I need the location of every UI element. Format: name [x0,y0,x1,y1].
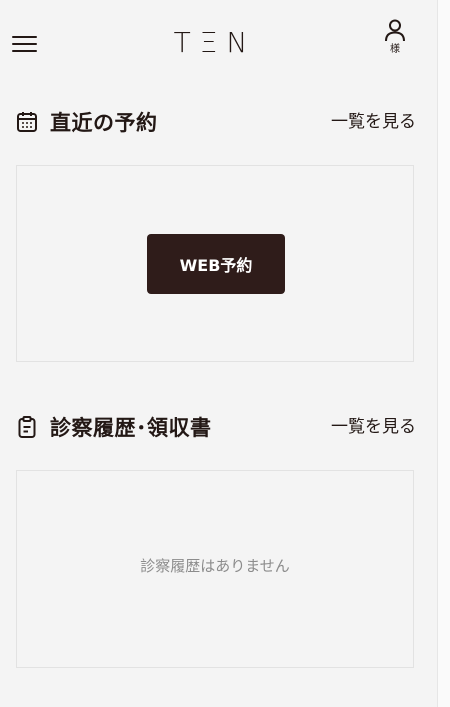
history-empty-message: 診察履歴はありません [140,557,290,575]
history-header: 診察履歴･領収書 一覧を見る [16,411,416,443]
history-title-label: 診察履歴･領収書 [50,416,212,440]
reservation-see-all-link[interactable]: 一覧を見る [331,106,416,138]
user-icon [385,19,405,42]
menu-button[interactable] [12,33,38,55]
reservation-header: 直近の予約 一覧を見る [16,106,416,138]
reservation-title: 直近の予約 [16,106,158,138]
app-page: TΞN 様 直近の予約 一覧を見る WEB予約 診察履歴･領収書 一覧を見る 診… [0,0,437,707]
reservation-card: WEB予約 [16,165,414,362]
history-see-all-link[interactable]: 一覧を見る [331,411,416,443]
scrollbar-track[interactable] [437,0,450,707]
web-reservation-button[interactable]: WEB予約 [147,234,285,294]
header: TΞN 様 [0,0,437,90]
calendar-icon [16,110,40,134]
history-title: 診察履歴･領収書 [16,411,212,443]
account-label: 様 [390,44,400,55]
reservation-title-label: 直近の予約 [50,111,158,135]
app-logo[interactable]: TΞN [170,26,260,60]
menu-icon [12,36,37,39]
account-button[interactable]: 様 [378,18,412,68]
clipboard-icon [16,415,40,439]
history-card: 診察履歴はありません [16,470,414,668]
